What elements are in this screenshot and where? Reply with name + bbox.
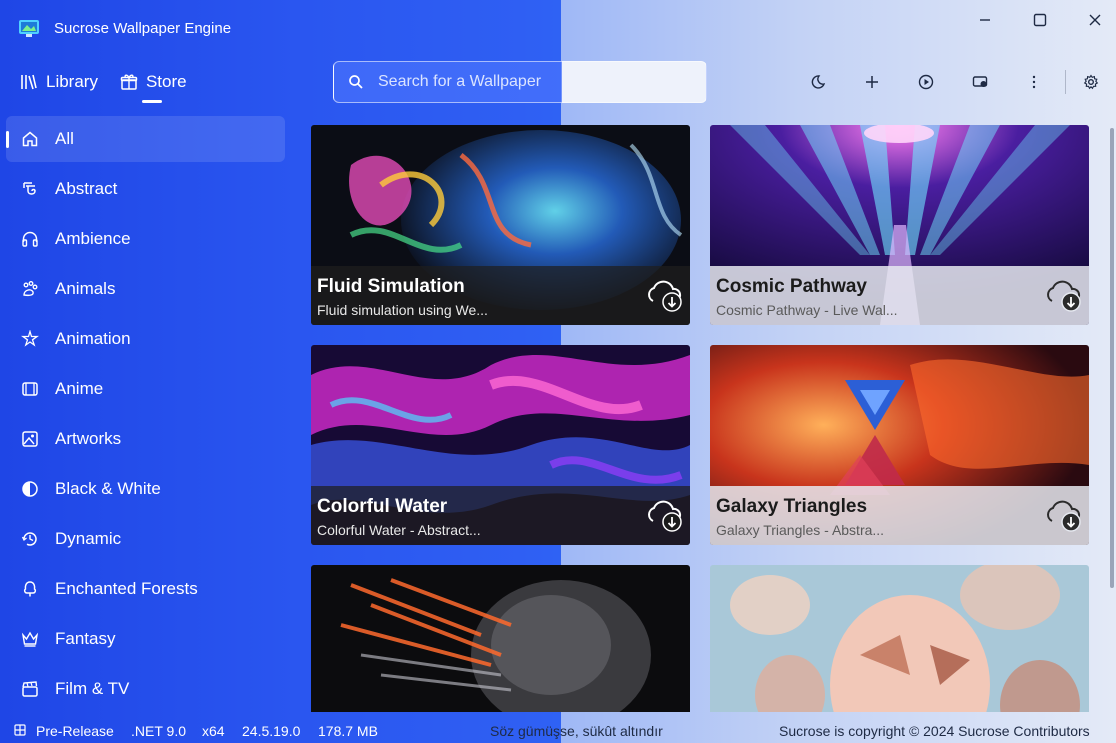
theme-button[interactable] xyxy=(802,66,834,98)
more-button[interactable] xyxy=(1018,66,1050,98)
display-button[interactable] xyxy=(964,66,996,98)
card-subtitle: Cosmic Pathway - Live Wal... xyxy=(716,302,898,318)
sidebar-item-enchanted-forests[interactable]: Enchanted Forests xyxy=(6,566,285,612)
sidebar-item-anime[interactable]: Anime xyxy=(6,366,285,412)
cloud-download-icon[interactable] xyxy=(1043,277,1083,313)
maximize-button[interactable] xyxy=(1017,6,1063,34)
theme-moon-icon xyxy=(811,75,826,89)
prerelease-icon xyxy=(14,723,26,739)
headphones-icon xyxy=(20,229,40,249)
wallpaper-card[interactable] xyxy=(710,565,1089,712)
sidebar-item-artworks[interactable]: Artworks xyxy=(6,416,285,462)
wallpaper-card[interactable]: Fluid Simulation Fluid simulation using … xyxy=(311,125,690,325)
sidebar-item-animals[interactable]: Animals xyxy=(6,266,285,312)
framework-version: .NET 9.0 xyxy=(131,723,186,739)
close-button[interactable] xyxy=(1072,6,1116,34)
card-subtitle: Colorful Water - Abstract... xyxy=(317,522,481,538)
sidebar-item-label: Enchanted Forests xyxy=(55,579,198,598)
paw-icon xyxy=(20,279,40,299)
maximize-icon xyxy=(1033,13,1047,27)
card-caption: Cosmic Pathway Cosmic Pathway - Live Wal… xyxy=(710,266,1089,325)
sidebar-item-film-tv[interactable]: Film & TV xyxy=(6,666,285,712)
card-title: Cosmic Pathway xyxy=(716,276,867,297)
sidebar-item-all[interactable]: All xyxy=(6,116,285,162)
tree-icon xyxy=(20,579,40,599)
clock-refresh-icon xyxy=(20,529,40,549)
vertical-scrollbar[interactable] xyxy=(1110,128,1114,588)
wallpaper-card[interactable] xyxy=(311,565,690,712)
toolbar-separator xyxy=(1065,70,1066,94)
card-title: Galaxy Triangles xyxy=(716,496,868,517)
play-button[interactable] xyxy=(910,66,942,98)
settings-gear-icon xyxy=(1083,74,1099,90)
memory-usage: 178.7 MB xyxy=(318,723,378,739)
minimize-button[interactable] xyxy=(962,6,1008,34)
sidebar-item-label: Black & White xyxy=(55,479,161,498)
wallpaper-thumbnail xyxy=(710,565,1089,712)
abstract-icon xyxy=(20,179,40,199)
sidebar-item-label: Abstract xyxy=(55,179,118,198)
sidebar-item-label: Animation xyxy=(55,329,131,348)
crown-icon xyxy=(20,629,40,649)
sidebar-item-label: Artworks xyxy=(55,429,122,448)
contrast-icon xyxy=(20,479,40,499)
add-icon xyxy=(866,76,878,88)
sidebar-item-black-white[interactable]: Black & White xyxy=(6,466,285,512)
sidebar-item-label: Film & TV xyxy=(55,679,130,698)
sidebar-item-fantasy[interactable]: Fantasy xyxy=(6,616,285,662)
wallpaper-card[interactable]: Cosmic Pathway Cosmic Pathway - Live Wal… xyxy=(710,125,1089,325)
card-caption: Colorful Water Colorful Water - Abstract… xyxy=(311,486,690,545)
copyright-text: Sucrose is copyright © 2024 Sucrose Cont… xyxy=(779,723,1090,739)
close-icon xyxy=(1089,14,1101,26)
sidebar-item-ambience[interactable]: Ambience xyxy=(6,216,285,262)
card-caption: Galaxy Triangles Galaxy Triangles - Abst… xyxy=(710,486,1089,545)
wallpaper-card[interactable]: Colorful Water Colorful Water - Abstract… xyxy=(311,345,690,545)
card-title: Colorful Water xyxy=(317,496,448,517)
card-subtitle: Fluid simulation using We... xyxy=(317,302,488,318)
title-bar: Sucrose Wallpaper Engine xyxy=(0,0,1116,58)
sparkle-icon xyxy=(20,329,40,349)
status-bar: Pre-Release .NET 9.0 x64 24.5.19.0 178.7… xyxy=(0,718,1116,743)
sidebar-item-label: Fantasy xyxy=(55,629,116,648)
wallpaper-thumbnail xyxy=(311,565,690,712)
sidebar-item-animation[interactable]: Animation xyxy=(6,316,285,362)
app-title: Sucrose Wallpaper Engine xyxy=(54,20,232,37)
sidebar-item-dynamic[interactable]: Dynamic xyxy=(6,516,285,562)
cloud-download-icon[interactable] xyxy=(644,497,684,533)
minimize-icon xyxy=(980,19,990,21)
status-quote: Söz gümüşse, sükût altındır xyxy=(490,723,663,739)
more-icon xyxy=(1032,75,1036,89)
image-icon xyxy=(20,429,40,449)
wallpaper-grid: Fluid Simulation Fluid simulation using … xyxy=(311,125,1090,712)
display-icon xyxy=(972,76,988,87)
app-version: 24.5.19.0 xyxy=(242,723,301,739)
wallpaper-card[interactable]: Galaxy Triangles Galaxy Triangles - Abst… xyxy=(710,345,1089,545)
sidebar-item-abstract[interactable]: Abstract xyxy=(6,166,285,212)
add-button[interactable] xyxy=(856,66,888,98)
film-frame-icon xyxy=(20,379,40,399)
architecture: x64 xyxy=(202,723,225,739)
sidebar-item-label: Dynamic xyxy=(55,529,122,548)
sidebar-item-label: Anime xyxy=(55,379,104,398)
cloud-download-icon[interactable] xyxy=(1043,497,1083,533)
app-logo-icon xyxy=(19,20,39,37)
home-icon xyxy=(20,129,40,149)
sidebar-item-label: Animals xyxy=(55,279,116,298)
sidebar-item-label: All xyxy=(55,129,74,148)
cloud-download-icon[interactable] xyxy=(644,277,684,313)
release-channel: Pre-Release xyxy=(36,723,114,739)
clapper-icon xyxy=(20,679,40,699)
play-icon xyxy=(918,74,934,90)
card-caption: Fluid Simulation Fluid simulation using … xyxy=(311,266,690,325)
settings-button[interactable] xyxy=(1075,66,1107,98)
card-title: Fluid Simulation xyxy=(317,276,465,297)
sidebar-item-label: Ambience xyxy=(55,229,131,248)
card-subtitle: Galaxy Triangles - Abstra... xyxy=(716,522,885,538)
toolbar xyxy=(0,66,1116,98)
sidebar: All Abstract Ambience Animals Animation … xyxy=(0,116,292,712)
